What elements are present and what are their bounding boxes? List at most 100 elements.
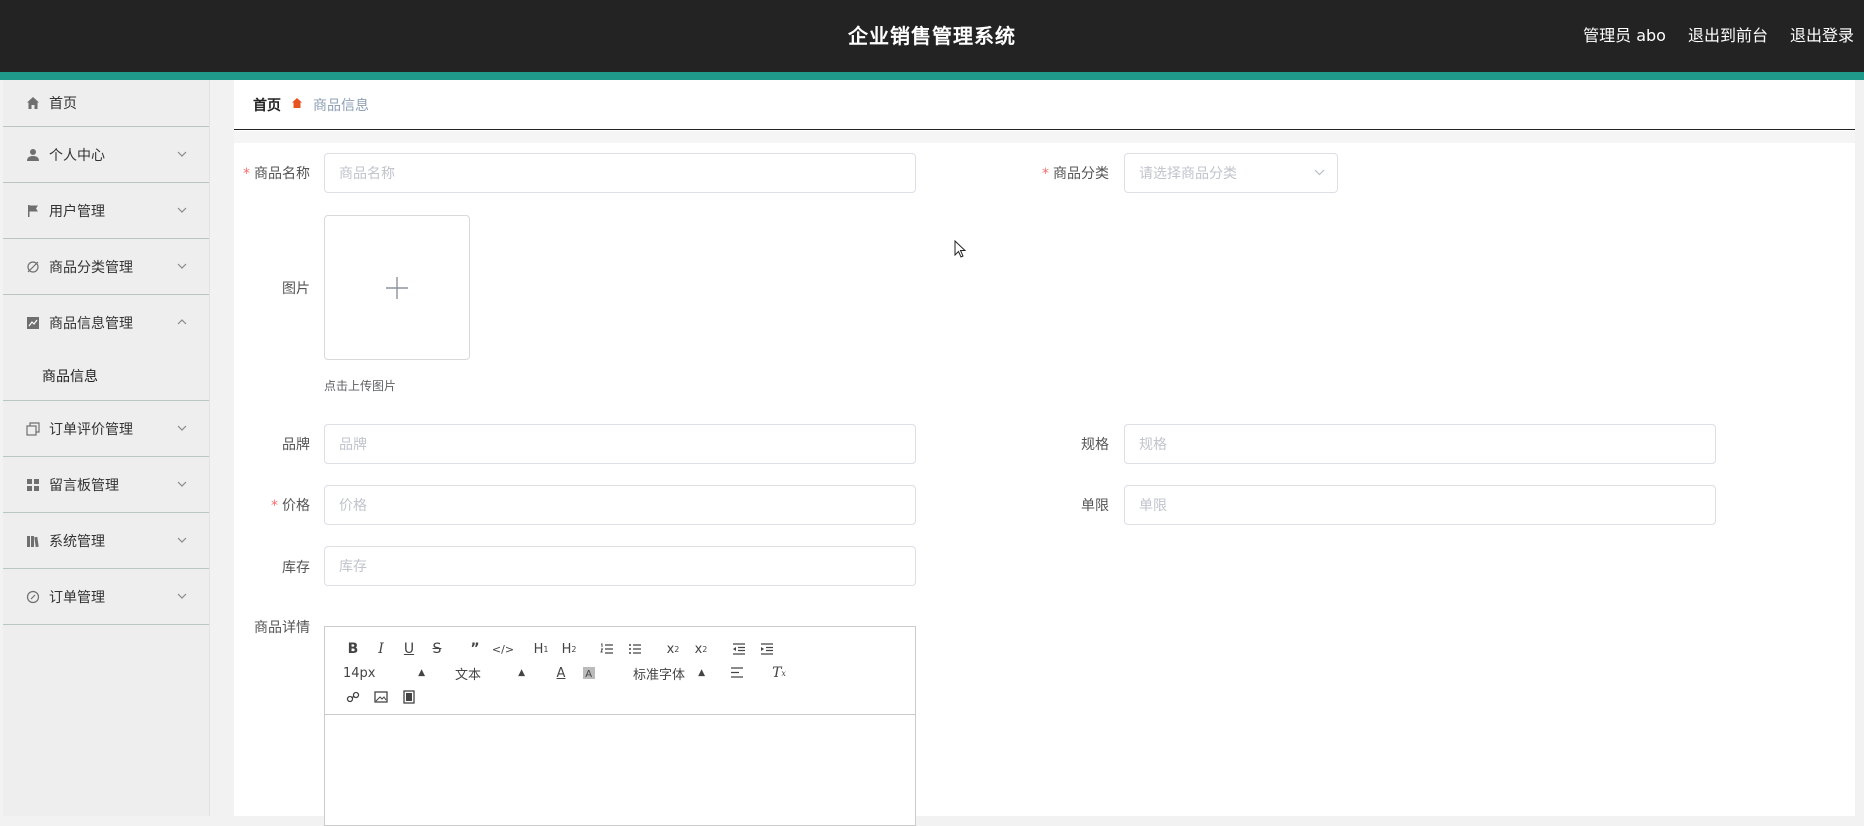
clear-format-icon[interactable]: Tx (765, 662, 793, 684)
h2-icon[interactable]: H2 (555, 638, 583, 660)
library-icon (25, 533, 41, 549)
main-content: 首页 商品信息 * 商品名称 商品名称 * 商品分类 请选择商品分类 图片 点击上传… (234, 80, 1855, 826)
breadcrumb-home[interactable]: 首页 (253, 95, 281, 115)
chevron-down-icon (175, 203, 189, 217)
sidebar-item-reviews[interactable]: 订单评价管理 (3, 401, 209, 457)
breadcrumb-current: 商品信息 (313, 97, 369, 114)
sidebar-item-label: 首页 (49, 96, 77, 112)
image-upload-button[interactable] (324, 215, 470, 360)
chevron-down-icon (1314, 166, 1325, 179)
chart-icon (25, 315, 41, 331)
strike-icon[interactable]: S (423, 638, 451, 660)
chevron-up-icon (175, 315, 189, 329)
mouse-cursor-icon (954, 240, 967, 258)
sort-caret-icon: ▲ (518, 668, 525, 678)
chevron-down-icon (175, 259, 189, 273)
category-select[interactable]: 请选择商品分类 (1124, 153, 1338, 193)
sidebar-item-messages[interactable]: 留言板管理 (3, 457, 209, 513)
subscript-icon[interactable]: x2 (659, 638, 687, 660)
logout-link[interactable]: 退出登录 (1790, 22, 1854, 46)
sidebar-item-label: 系统管理 (49, 533, 105, 550)
underline-icon[interactable]: U (395, 638, 423, 660)
breadcrumb-separator-icon (291, 97, 303, 112)
chevron-down-icon (175, 421, 189, 435)
image-label: 图片 (282, 281, 310, 297)
limit-label: 单限 (1081, 498, 1109, 514)
sort-caret-icon: ▲ (698, 668, 705, 678)
brand-label: 品牌 (282, 437, 310, 453)
price-input[interactable]: 价格 (324, 485, 916, 525)
chevron-down-icon (175, 477, 189, 491)
bold-icon[interactable]: B (339, 638, 367, 660)
plus-icon (386, 276, 408, 299)
sidebar-item-profile[interactable]: 个人中心 (3, 127, 209, 183)
sidebar-item-orders[interactable]: 订单管理 (3, 569, 209, 625)
font-size-select[interactable]: 14px ▲ (339, 666, 429, 681)
background-color-icon[interactable]: A (575, 662, 603, 684)
to-front-link[interactable]: 退出到前台 (1688, 22, 1768, 46)
image-icon[interactable] (367, 686, 395, 708)
sidebar: 首页 个人中心 用户管理 商品分类管理 商品信息管理 商品信息 订单评价管理 留… (3, 80, 210, 816)
admin-name[interactable]: 管理员 abo (1583, 22, 1666, 46)
link-icon[interactable] (339, 686, 367, 708)
sort-caret-icon: ▲ (418, 668, 425, 678)
spec-label: 规格 (1081, 437, 1109, 453)
sidebar-item-product-info[interactable]: 商品信息管理 (3, 295, 209, 351)
chevron-down-icon (175, 589, 189, 603)
top-bar: 企业销售管理系统 管理员 abo 退出到前台 退出登录 (0, 0, 1864, 72)
sidebar-item-label: 留言板管理 (49, 477, 119, 494)
italic-icon[interactable]: I (367, 638, 395, 660)
content-gap (234, 131, 1855, 143)
rich-text-editor: B I U S ” </> H1 H2 x2 x2 14px ▲ 文本 ▲ A … (324, 626, 916, 826)
sidebar-subitem-product-info[interactable]: 商品信息 (3, 351, 209, 401)
bullet-list-icon[interactable] (621, 638, 649, 660)
video-icon[interactable] (395, 686, 423, 708)
top-right-links: 管理员 abo 退出到前台 退出登录 (1583, 22, 1854, 46)
editor-toolbar: B I U S ” </> H1 H2 x2 x2 14px ▲ 文本 ▲ A … (325, 627, 915, 715)
home-icon (25, 95, 41, 111)
detail-label: 商品详情 (254, 620, 310, 636)
editor-content-area[interactable] (325, 715, 915, 825)
brand-input[interactable]: 品牌 (324, 424, 916, 464)
user-icon (25, 147, 41, 163)
font-color-icon[interactable]: A (547, 662, 575, 684)
header-select[interactable]: 文本 ▲ (429, 664, 529, 683)
sidebar-item-system[interactable]: 系统管理 (3, 513, 209, 569)
chevron-down-icon (175, 533, 189, 547)
font-family-select[interactable]: 标准字体 ▲ (603, 664, 709, 683)
quote-icon[interactable]: ” (461, 638, 489, 660)
sidebar-item-home[interactable]: 首页 (3, 80, 209, 127)
sidebar-item-users[interactable]: 用户管理 (3, 183, 209, 239)
breadcrumb: 首页 商品信息 (234, 80, 1855, 130)
compass-icon (25, 589, 41, 605)
svg-text:A: A (585, 669, 592, 680)
code-block-icon[interactable]: </> (489, 638, 517, 660)
stock-input[interactable]: 库存 (324, 546, 916, 586)
outdent-icon[interactable] (725, 638, 753, 660)
product-name-input[interactable]: 商品名称 (324, 153, 916, 193)
align-icon[interactable] (723, 662, 751, 684)
category-label: * 商品分类 (1042, 166, 1109, 182)
sidebar-item-label: 商品分类管理 (49, 259, 133, 276)
chevron-down-icon (175, 147, 189, 161)
name-label: * 商品名称 (243, 166, 310, 182)
sidebar-item-category[interactable]: 商品分类管理 (3, 239, 209, 295)
upload-tip: 点击上传图片 (324, 379, 397, 393)
copy-icon (25, 421, 41, 437)
h1-icon[interactable]: H1 (527, 638, 555, 660)
indent-icon[interactable] (753, 638, 781, 660)
limit-input[interactable]: 单限 (1124, 485, 1716, 525)
price-label: * 价格 (271, 498, 310, 514)
sidebar-item-label: 订单管理 (49, 589, 105, 606)
superscript-icon[interactable]: x2 (687, 638, 715, 660)
flag-icon (25, 203, 41, 219)
sidebar-item-label: 订单评价管理 (49, 421, 133, 438)
disabled-icon (25, 259, 41, 275)
ordered-list-icon[interactable] (593, 638, 621, 660)
sidebar-item-label: 商品信息管理 (49, 316, 133, 332)
sidebar-item-label: 个人中心 (49, 147, 105, 164)
spec-input[interactable]: 规格 (1124, 424, 1716, 464)
sidebar-item-label: 用户管理 (49, 203, 105, 220)
grid-icon (25, 477, 41, 493)
accent-bar (0, 72, 1864, 80)
